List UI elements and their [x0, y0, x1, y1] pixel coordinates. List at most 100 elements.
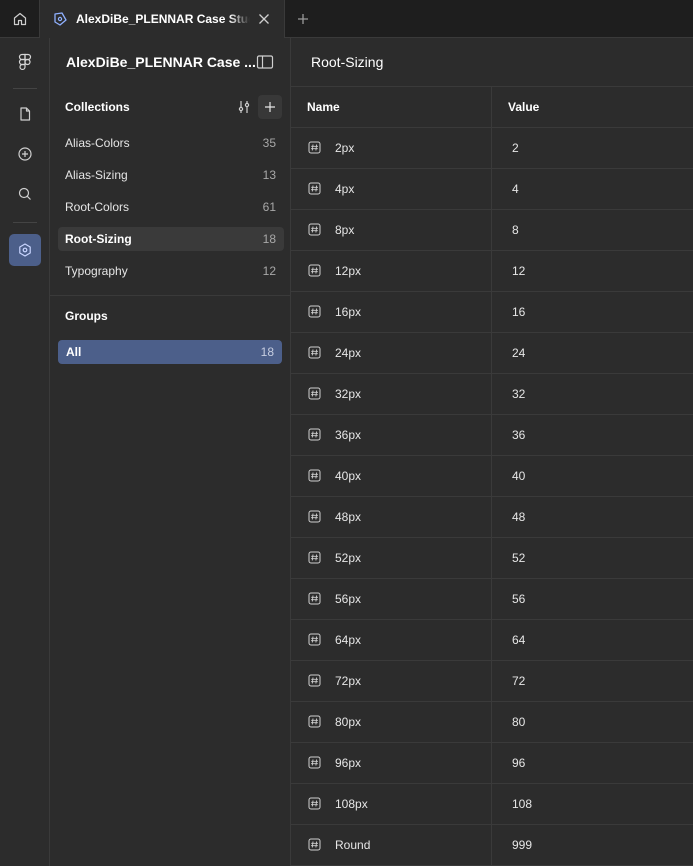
variable-name[interactable]: 48px: [335, 510, 361, 524]
collection-count: 61: [262, 200, 276, 214]
variable-name[interactable]: 2px: [335, 141, 354, 155]
variable-value[interactable]: 4: [512, 182, 519, 196]
variable-name[interactable]: 64px: [335, 633, 361, 647]
search-button[interactable]: [9, 178, 41, 210]
variable-name[interactable]: Round: [335, 838, 370, 852]
variable-name[interactable]: 72px: [335, 674, 361, 688]
table-row[interactable]: 36px 36: [291, 415, 693, 456]
variables-button[interactable]: [9, 234, 41, 266]
collection-item[interactable]: Typography 12: [58, 259, 284, 283]
table-row[interactable]: 8px 8: [291, 210, 693, 251]
number-variable-icon: [308, 387, 321, 400]
variable-name[interactable]: 4px: [335, 182, 354, 196]
panel-header: AlexDiBe_PLENNAR Case ...: [50, 38, 290, 86]
add-collection-button[interactable]: [258, 95, 282, 119]
variable-value[interactable]: 32: [512, 387, 525, 401]
home-tab[interactable]: [0, 0, 40, 38]
group-item-all[interactable]: All 18: [58, 340, 282, 364]
column-header-value[interactable]: Value: [508, 100, 539, 114]
variable-value[interactable]: 999: [512, 838, 532, 852]
number-variable-icon: [308, 264, 321, 277]
collection-label: Alias-Sizing: [65, 168, 128, 182]
table-row[interactable]: 80px 80: [291, 702, 693, 743]
column-separator: [491, 333, 492, 373]
table-row[interactable]: 24px 24: [291, 333, 693, 374]
collections-heading: Collections: [65, 100, 130, 114]
column-separator[interactable]: [491, 87, 492, 127]
table-header-row: Name Value: [291, 87, 693, 128]
variable-value[interactable]: 72: [512, 674, 525, 688]
table-row[interactable]: 52px 52: [291, 538, 693, 579]
table-row[interactable]: 72px 72: [291, 661, 693, 702]
column-separator: [491, 702, 492, 742]
collection-item[interactable]: Alias-Sizing 13: [58, 163, 284, 187]
home-icon: [13, 12, 26, 26]
variable-value[interactable]: 108: [512, 797, 532, 811]
column-separator: [491, 825, 492, 865]
number-variable-icon: [308, 428, 321, 441]
variable-name[interactable]: 24px: [335, 346, 361, 360]
variable-name[interactable]: 96px: [335, 756, 361, 770]
variable-name[interactable]: 12px: [335, 264, 361, 278]
number-variable-icon: [308, 838, 321, 851]
group-count: 18: [260, 345, 274, 359]
settings-sliders-icon: [238, 101, 250, 113]
table-row[interactable]: Round 999: [291, 825, 693, 866]
collections-panel: AlexDiBe_PLENNAR Case ... Collections Al…: [50, 38, 291, 866]
variable-value[interactable]: 52: [512, 551, 525, 565]
variable-value[interactable]: 64: [512, 633, 525, 647]
variable-name[interactable]: 32px: [335, 387, 361, 401]
pages-button[interactable]: [9, 98, 41, 130]
variable-name[interactable]: 52px: [335, 551, 361, 565]
collection-item[interactable]: Root-Colors 61: [58, 195, 284, 219]
variable-name[interactable]: 56px: [335, 592, 361, 606]
table-row[interactable]: 108px 108: [291, 784, 693, 825]
table-row[interactable]: 12px 12: [291, 251, 693, 292]
variable-value[interactable]: 24: [512, 346, 525, 360]
collection-title: Root-Sizing: [311, 54, 384, 70]
main-menu-button[interactable]: [9, 46, 41, 78]
number-variable-icon: [308, 305, 321, 318]
table-row[interactable]: 32px 32: [291, 374, 693, 415]
variable-value[interactable]: 56: [512, 592, 525, 606]
collection-settings-button[interactable]: [234, 97, 254, 117]
collection-label: Root-Sizing: [65, 232, 132, 246]
variable-name[interactable]: 8px: [335, 223, 354, 237]
app-window: AlexDiBe_PLENNAR Case Study f: [0, 0, 693, 866]
close-icon[interactable]: [256, 11, 272, 27]
variable-name[interactable]: 36px: [335, 428, 361, 442]
table-row[interactable]: 56px 56: [291, 579, 693, 620]
table-row[interactable]: 2px 2: [291, 128, 693, 169]
number-variable-icon: [308, 551, 321, 564]
variable-value[interactable]: 36: [512, 428, 525, 442]
column-separator: [491, 210, 492, 250]
number-variable-icon: [308, 674, 321, 687]
variable-value[interactable]: 2: [512, 141, 519, 155]
table-row[interactable]: 4px 4: [291, 169, 693, 210]
assets-button[interactable]: [9, 138, 41, 170]
variable-value[interactable]: 8: [512, 223, 519, 237]
variable-value[interactable]: 96: [512, 756, 525, 770]
table-row[interactable]: 40px 40: [291, 456, 693, 497]
variable-name[interactable]: 16px: [335, 305, 361, 319]
variable-name[interactable]: 108px: [335, 797, 368, 811]
collection-item[interactable]: Alias-Colors 35: [58, 131, 284, 155]
search-icon: [18, 187, 31, 200]
variable-value[interactable]: 12: [512, 264, 525, 278]
variables-table: Name Value 2px 2 4px 4 8px 8 12px 12 16px 16 24px 2…: [291, 87, 693, 866]
plus-icon[interactable]: [295, 11, 311, 27]
collection-item-selected[interactable]: Root-Sizing 18: [58, 227, 284, 251]
variable-value[interactable]: 80: [512, 715, 525, 729]
sidebar-toggle-icon[interactable]: [256, 54, 274, 70]
table-row[interactable]: 96px 96: [291, 743, 693, 784]
file-tab[interactable]: AlexDiBe_PLENNAR Case Study f: [40, 0, 285, 38]
table-row[interactable]: 16px 16: [291, 292, 693, 333]
table-row[interactable]: 64px 64: [291, 620, 693, 661]
variable-value[interactable]: 40: [512, 469, 525, 483]
variable-name[interactable]: 40px: [335, 469, 361, 483]
column-header-name[interactable]: Name: [307, 100, 340, 114]
variable-name[interactable]: 80px: [335, 715, 361, 729]
variable-value[interactable]: 48: [512, 510, 525, 524]
table-row[interactable]: 48px 48: [291, 497, 693, 538]
variable-value[interactable]: 16: [512, 305, 525, 319]
